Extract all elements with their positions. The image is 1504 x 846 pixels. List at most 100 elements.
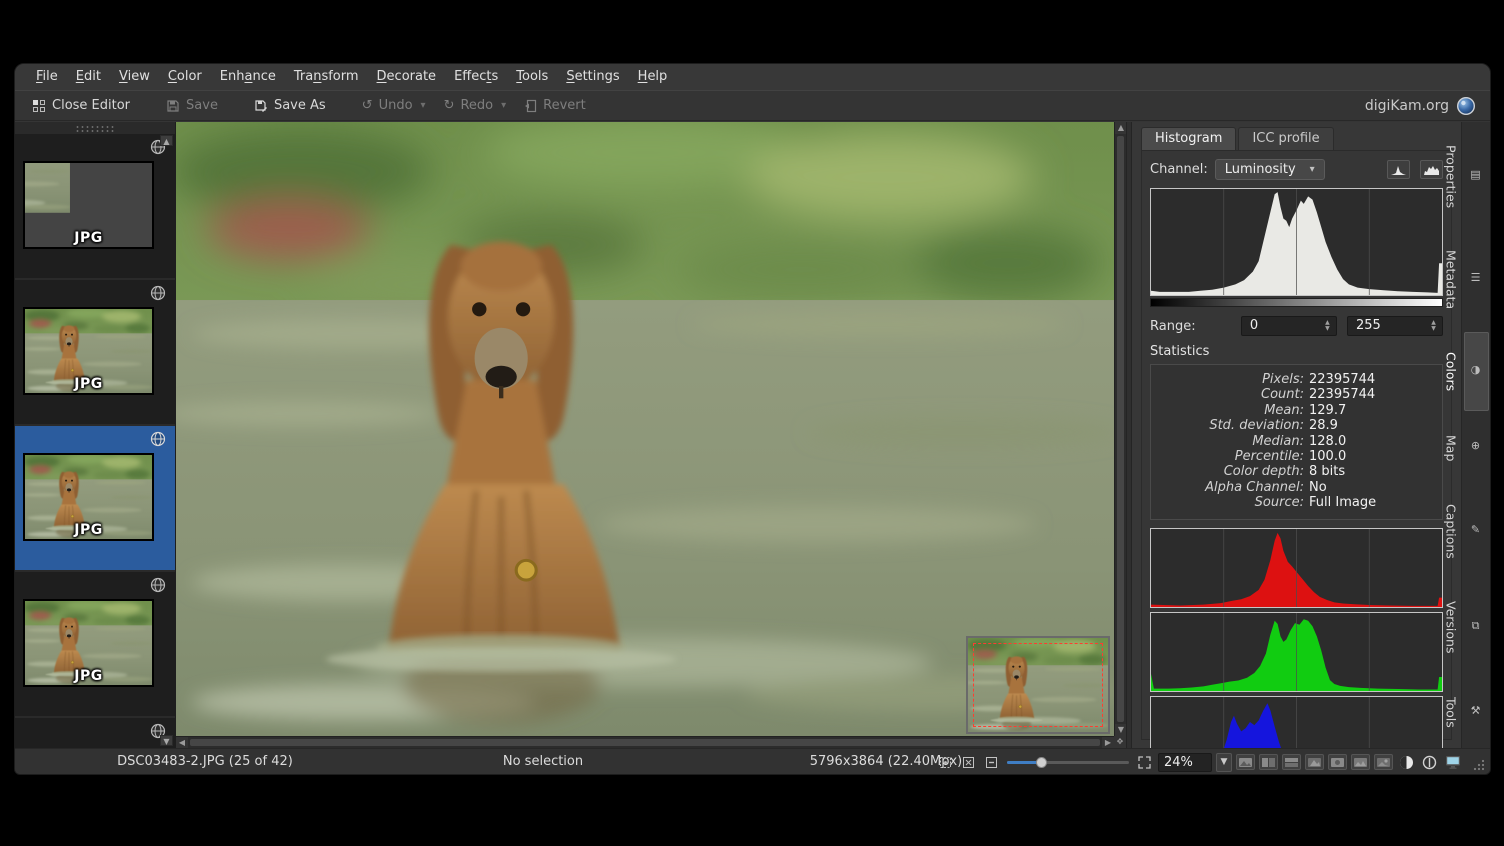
scroll-left-icon[interactable]: ◀: [176, 737, 188, 748]
menu-item-enhance[interactable]: Enhance: [211, 64, 285, 89]
canvas-horizontal-scrollbar[interactable]: ◀ ▶: [176, 736, 1114, 748]
pan-preview-overlay[interactable]: [966, 636, 1110, 734]
linear-histogram-icon: [1391, 164, 1406, 175]
tab-icc-profile[interactable]: ICC profile: [1238, 127, 1333, 150]
thumbbar-scroll-down-button[interactable]: ▼: [160, 735, 173, 746]
menu-item-edit[interactable]: Edit: [67, 64, 110, 89]
thumbnail-item[interactable]: JPG: [15, 280, 175, 424]
preview-mode-button[interactable]: [1259, 754, 1278, 770]
statistic-value: 129.7: [1309, 403, 1346, 418]
canvas-vertical-scrollbar[interactable]: ▲ ▼: [1114, 122, 1126, 736]
redo-button[interactable]: ↻ Redo ▾: [437, 95, 514, 116]
side-tab-label: Tools: [1444, 697, 1459, 728]
tools-icon: ⚒: [1471, 698, 1481, 723]
status-bar: DSC03483-2.JPG (25 of 42) No selection 5…: [15, 748, 1490, 774]
save-as-icon: [254, 99, 268, 113]
close-editor-button[interactable]: Close Editor: [25, 95, 137, 116]
luminosity-histogram[interactable]: [1150, 188, 1443, 296]
thumbnail-item-selected[interactable]: JPG: [15, 426, 175, 570]
menu-item-file[interactable]: File: [27, 64, 67, 89]
window-resize-grip[interactable]: [1473, 759, 1485, 771]
thumbnail-image[interactable]: JPG: [23, 307, 154, 395]
image-canvas[interactable]: ▲ ▼ ◀ ▶ ✥: [176, 122, 1126, 748]
thumbnail-item[interactable]: JPG: [15, 572, 175, 716]
preview-mode-button[interactable]: [1282, 754, 1301, 770]
under-exposure-indicator-button[interactable]: [1397, 753, 1416, 771]
scroll-right-icon[interactable]: ▶: [1102, 737, 1114, 748]
revert-button[interactable]: Revert: [517, 95, 593, 116]
vertical-scroll-thumb[interactable]: [1117, 136, 1124, 722]
side-tab-colors[interactable]: ◑Colors: [1464, 332, 1489, 411]
statistics-box: Pixels:22395744Count:22395744Mean:129.7S…: [1150, 364, 1443, 520]
over-exposure-icon: [1422, 755, 1437, 770]
thumbnail-image[interactable]: JPG: [23, 599, 154, 687]
color-managed-view-button[interactable]: [1443, 753, 1462, 771]
thumbnail-item[interactable]: [15, 718, 175, 748]
menu-item-transform[interactable]: Transform: [285, 64, 368, 89]
undo-button[interactable]: ↺ Undo ▾: [355, 95, 433, 116]
revert-icon: [524, 99, 537, 113]
properties-icon: ▤: [1470, 162, 1480, 187]
thumbnail-item[interactable]: JPG: [15, 134, 175, 278]
thumbnail-image[interactable]: JPG: [23, 161, 154, 249]
side-tab-map[interactable]: ⊕Map: [1464, 414, 1489, 481]
save-button[interactable]: Save: [159, 95, 225, 116]
menu-item-color[interactable]: Color: [159, 64, 211, 89]
over-exposure-indicator-button[interactable]: [1420, 753, 1439, 771]
channel-dropdown[interactable]: Luminosity ▾: [1215, 159, 1325, 180]
visible-region-rectangle[interactable]: [973, 643, 1103, 727]
redo-dropdown-arrow[interactable]: ▾: [501, 100, 506, 111]
side-tab-metadata[interactable]: ☰Metadata: [1464, 230, 1489, 329]
thumbnail-image[interactable]: JPG: [23, 453, 154, 541]
menu-item-decorate[interactable]: Decorate: [368, 64, 446, 89]
preview-mode-button[interactable]: [1374, 754, 1393, 770]
preview-thumb-icon: [1354, 758, 1367, 767]
menu-item-view[interactable]: View: [110, 64, 159, 89]
thumbbar-drag-handle[interactable]: [75, 125, 115, 132]
preview-mode-button[interactable]: [1236, 754, 1255, 770]
pan-tool-button[interactable]: ✥: [1114, 736, 1126, 748]
side-tab-properties[interactable]: ▤Properties: [1464, 125, 1489, 227]
statistic-label: Median:: [1161, 434, 1309, 449]
menu-item-help[interactable]: Help: [629, 64, 677, 89]
zoom-combo-arrow[interactable]: ▼: [1216, 753, 1232, 772]
fit-window-button[interactable]: [959, 753, 978, 771]
fit-window-icon: [962, 756, 975, 769]
scroll-down-icon[interactable]: ▼: [1115, 724, 1126, 736]
statistic-row: Count:22395744: [1161, 387, 1432, 402]
linear-histogram-button[interactable]: [1387, 160, 1410, 179]
range-max-spinbox[interactable]: 255 ▲▼: [1347, 316, 1443, 336]
preview-mode-button[interactable]: [1328, 754, 1347, 770]
zoom-slider[interactable]: [1007, 753, 1129, 771]
digikam-editor-window: FileEditViewColorEnhanceTransformDecorat…: [14, 63, 1491, 775]
undo-label: Undo: [379, 98, 413, 113]
menu-item-tools[interactable]: Tools: [507, 64, 557, 89]
panel-tabs: Histogram ICC profile: [1141, 127, 1452, 150]
zoom-slider-handle[interactable]: [1036, 757, 1047, 768]
thumbbar-scroll-up-button[interactable]: ▲: [160, 135, 173, 146]
preview-mode-button[interactable]: [1351, 754, 1370, 770]
spinner-arrows-icon[interactable]: ▲▼: [1321, 317, 1334, 335]
range-min-spinbox[interactable]: 0 ▲▼: [1241, 316, 1337, 336]
zoom-100-button[interactable]: [1135, 753, 1154, 771]
side-tab-captions[interactable]: ✎Captions: [1464, 484, 1489, 578]
geolocation-globe-icon: [150, 577, 166, 593]
save-as-button[interactable]: Save As: [247, 95, 333, 116]
range-min-value: 0: [1250, 318, 1258, 333]
menu-item-effects[interactable]: Effects: [445, 64, 507, 89]
spinner-arrows-icon[interactable]: ▲▼: [1427, 317, 1440, 335]
menu-item-settings[interactable]: Settings: [557, 64, 628, 89]
scroll-up-icon[interactable]: ▲: [1115, 122, 1126, 134]
horizontal-scroll-thumb[interactable]: [190, 739, 1100, 746]
fit-selection-button[interactable]: [936, 753, 955, 771]
tab-histogram[interactable]: Histogram: [1141, 127, 1236, 150]
zoom-out-button[interactable]: [982, 753, 1001, 771]
zoom-percent-combo[interactable]: 24%: [1158, 753, 1212, 772]
chevron-down-icon: ▾: [1310, 164, 1315, 175]
undo-dropdown-arrow[interactable]: ▾: [421, 100, 426, 111]
preview-mode-button[interactable]: [1305, 754, 1324, 770]
brand-label: digiKam.org: [1365, 98, 1449, 114]
side-tab-versions[interactable]: ⧉Versions: [1464, 582, 1489, 674]
side-tab-tools[interactable]: ⚒Tools: [1464, 677, 1489, 748]
statistic-label: Percentile:: [1161, 449, 1309, 464]
